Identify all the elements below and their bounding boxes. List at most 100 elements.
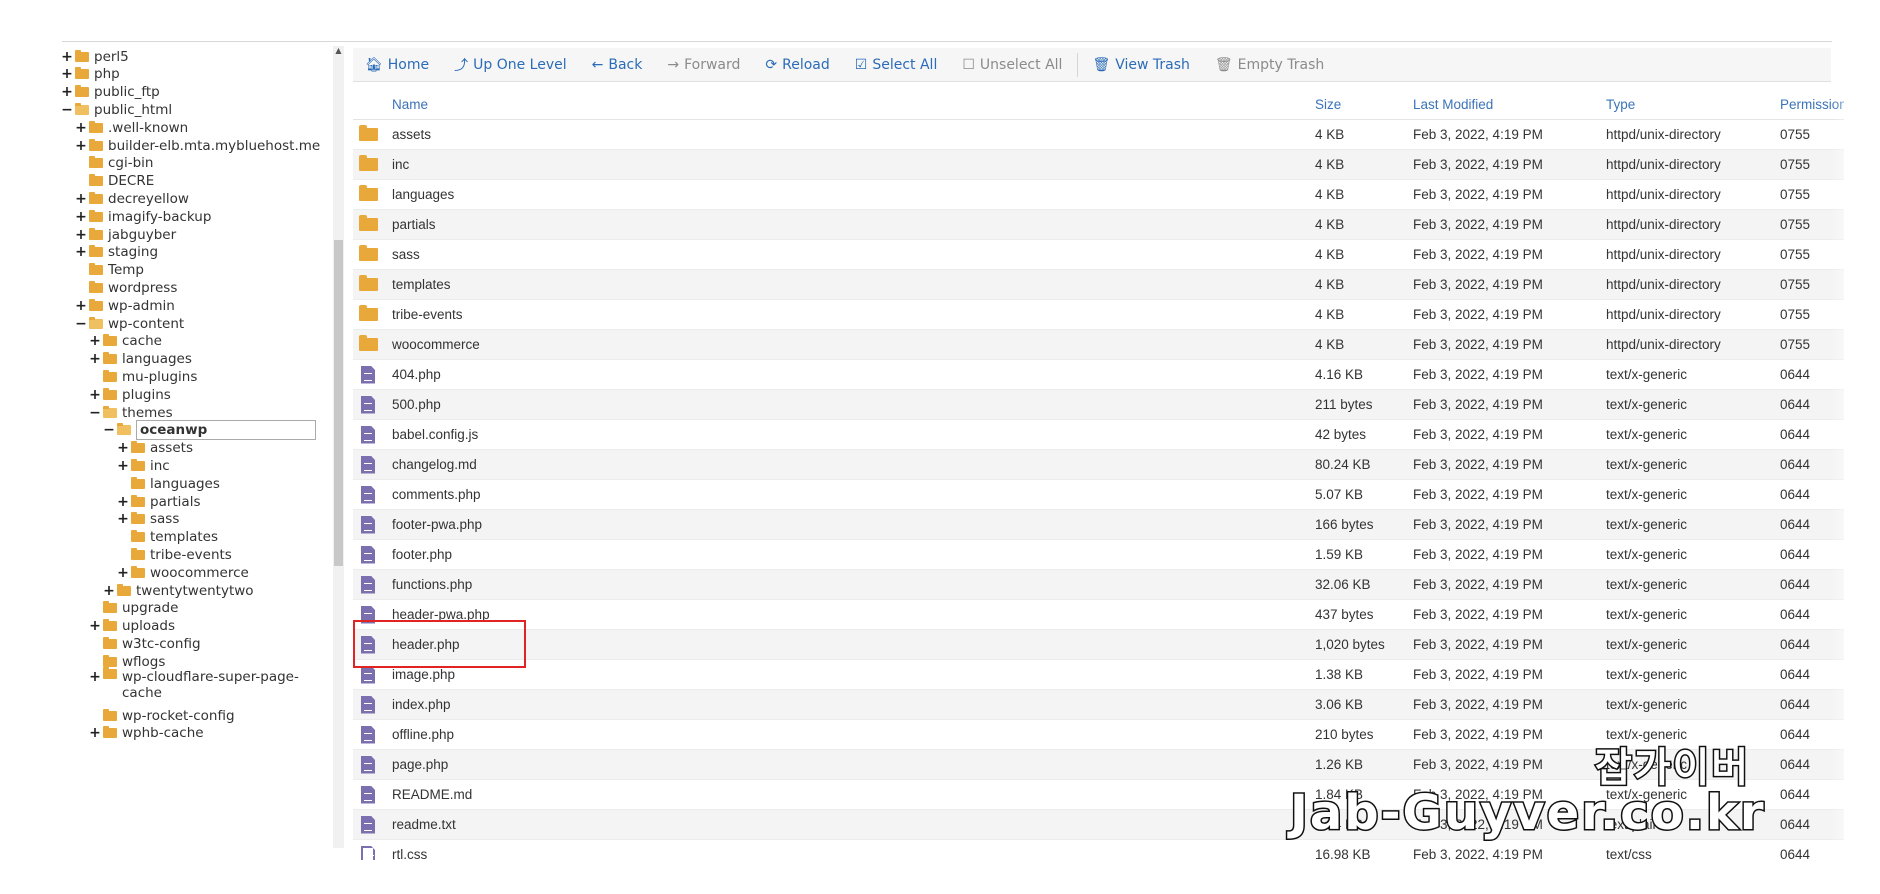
file-last-modified: Feb 3, 2022, 4:19 PM [1413, 217, 1543, 232]
expand-icon[interactable]: + [74, 227, 88, 243]
tree-item-label: assets [150, 440, 193, 457]
expand-icon[interactable]: + [116, 440, 130, 456]
select-all-button[interactable]: ☑ Select All [855, 57, 938, 73]
unselect-all-button[interactable]: ☐ Unselect All [962, 57, 1062, 73]
folder-icon [103, 654, 117, 667]
expand-icon[interactable]: + [88, 618, 102, 634]
file-permissions: 0644 [1780, 397, 1811, 412]
collapse-icon[interactable]: − [74, 316, 88, 332]
tree-item-label: .well-known [108, 119, 189, 136]
expand-icon[interactable]: + [74, 298, 88, 314]
column-header-size[interactable]: Size [1315, 97, 1341, 112]
folder-icon [89, 298, 103, 311]
folder-icon [75, 85, 89, 98]
scroll-up-arrow-icon[interactable]: ▲ [333, 46, 344, 55]
row-icon-cell [358, 815, 378, 834]
expand-icon[interactable]: + [74, 120, 88, 136]
file-row[interactable]: 500.php 211 bytes Feb 3, 2022, 4:19 PM text… [353, 390, 1844, 420]
home-button[interactable]: 🏠︎ Home [365, 57, 429, 73]
expand-icon[interactable]: + [102, 583, 116, 599]
folder-icon [89, 120, 103, 133]
file-permissions: 0644 [1780, 667, 1811, 682]
file-row[interactable]: header-pwa.php 437 bytes Feb 3, 2022, 4:19… [353, 600, 1844, 630]
view-trash-button[interactable]: 🗑︎ View Trash [1092, 57, 1189, 73]
file-permissions: 0755 [1780, 127, 1811, 142]
expand-icon[interactable]: + [60, 49, 74, 65]
expand-icon[interactable]: + [74, 191, 88, 207]
collapse-icon[interactable]: − [60, 102, 74, 118]
column-header-type[interactable]: Type [1606, 97, 1635, 112]
folder-row[interactable]: partials 4 KB Feb 3, 2022, 4:19 PM httpd/un… [353, 210, 1844, 240]
expand-icon[interactable]: + [88, 669, 102, 685]
file-text-icon [361, 485, 375, 504]
file-permissions: 0644 [1780, 427, 1811, 442]
expand-icon[interactable]: + [74, 138, 88, 154]
file-type: httpd/unix-directory [1606, 307, 1721, 322]
tree-item-label: w3tc-config [122, 635, 201, 652]
row-icon-cell [358, 215, 378, 231]
level-up-icon: ⤴ [454, 57, 469, 74]
column-header-last-modified[interactable]: Last Modified [1413, 97, 1493, 112]
file-type: text/x-generic [1606, 637, 1688, 652]
file-type: text/x-generic [1606, 577, 1688, 592]
file-row[interactable]: index.php 3.06 KB Feb 3, 2022, 4:19 PM text… [353, 690, 1844, 720]
folder-icon [89, 209, 103, 222]
row-icon-cell [358, 545, 378, 564]
expand-icon[interactable]: + [116, 565, 130, 581]
empty-trash-button[interactable]: 🗑︎ Empty Trash [1215, 57, 1324, 73]
collapse-icon[interactable]: − [102, 422, 116, 438]
folder-row[interactable]: woocommerce 4 KB Feb 3, 2022, 4:19 PM httpd… [353, 330, 1844, 360]
folder-row[interactable]: templates 4 KB Feb 3, 2022, 4:19 PM httpd/u… [353, 270, 1844, 300]
expand-icon[interactable]: + [88, 351, 102, 367]
folder-row[interactable]: assets 4 KB Feb 3, 2022, 4:19 PM httpd/unix… [353, 120, 1844, 150]
file-last-modified: Feb 3, 2022, 4:19 PM [1413, 427, 1543, 442]
sidebar-scrollbar-thumb[interactable] [334, 240, 343, 566]
file-row[interactable]: footer.php 1.59 KB Feb 3, 2022, 4:19 PM tex… [353, 540, 1844, 570]
folder-icon [89, 245, 103, 258]
folder-icon [358, 245, 378, 261]
expand-icon[interactable]: + [116, 458, 130, 474]
reload-button[interactable]: ⟳ Reload [765, 57, 829, 73]
file-last-modified: Feb 3, 2022, 4:19 PM [1413, 727, 1543, 742]
folder-open-icon [117, 423, 131, 436]
file-row[interactable]: header.php 1,020 bytes Feb 3, 2022, 4:19 P… [353, 630, 1844, 660]
folder-row[interactable]: languages 4 KB Feb 3, 2022, 4:19 PM httpd/u… [353, 180, 1844, 210]
tree-item[interactable]: + wp-cloudflare-super-page-cache [88, 667, 302, 703]
file-permissions: 0644 [1780, 367, 1811, 382]
expand-icon[interactable]: + [60, 84, 74, 100]
expand-icon[interactable]: + [88, 387, 102, 403]
folder-icon [89, 280, 103, 293]
expand-icon[interactable]: + [74, 244, 88, 260]
file-size: 3.06 KB [1315, 697, 1364, 712]
expand-icon[interactable]: + [88, 725, 102, 741]
file-name: page.php [392, 757, 449, 772]
file-row[interactable]: comments.php 5.07 KB Feb 3, 2022, 4:19 PM t… [353, 480, 1844, 510]
file-row[interactable]: image.php 1.38 KB Feb 3, 2022, 4:19 PM text… [353, 660, 1844, 690]
folder-row[interactable]: inc 4 KB Feb 3, 2022, 4:19 PM httpd/unix-di… [353, 150, 1844, 180]
up-one-level-button[interactable]: ⤴ Up One Level [454, 55, 567, 75]
file-last-modified: Feb 3, 2022, 4:19 PM [1413, 577, 1543, 592]
row-icon-cell [358, 755, 378, 774]
file-row[interactable]: changelog.md 80.24 KB Feb 3, 2022, 4:19 PM… [353, 450, 1844, 480]
file-row[interactable]: rtl.css 16.98 KB Feb 3, 2022, 4:19 PM text/… [353, 840, 1844, 860]
file-row[interactable]: functions.php 32.06 KB Feb 3, 2022, 4:19 P… [353, 570, 1844, 600]
collapse-icon[interactable]: − [88, 405, 102, 421]
file-row[interactable]: footer-pwa.php 166 bytes Feb 3, 2022, 4:19… [353, 510, 1844, 540]
forward-button[interactable]: → Forward [667, 57, 740, 73]
file-last-modified: Feb 3, 2022, 4:19 PM [1413, 277, 1543, 292]
tree-item-label: mu-plugins [122, 368, 198, 385]
expand-icon[interactable]: + [74, 209, 88, 225]
file-row[interactable]: 404.php 4.16 KB Feb 3, 2022, 4:19 PM text/x… [353, 360, 1844, 390]
expand-icon[interactable]: + [60, 66, 74, 82]
folder-row[interactable]: sass 4 KB Feb 3, 2022, 4:19 PM httpd/unix-d… [353, 240, 1844, 270]
file-row[interactable]: babel.config.js 42 bytes Feb 3, 2022, 4:19… [353, 420, 1844, 450]
column-header-permissions[interactable]: Permissions [1780, 97, 1844, 112]
expand-icon[interactable]: + [88, 333, 102, 349]
folder-row[interactable]: tribe-events 4 KB Feb 3, 2022, 4:19 PM http… [353, 300, 1844, 330]
tree-item[interactable]: + wphb-cache [88, 723, 203, 744]
folder-icon [89, 263, 103, 276]
expand-icon[interactable]: + [116, 511, 130, 527]
back-button[interactable]: ← Back [592, 57, 643, 73]
expand-icon[interactable]: + [116, 494, 130, 510]
column-header-name[interactable]: Name [392, 97, 428, 112]
